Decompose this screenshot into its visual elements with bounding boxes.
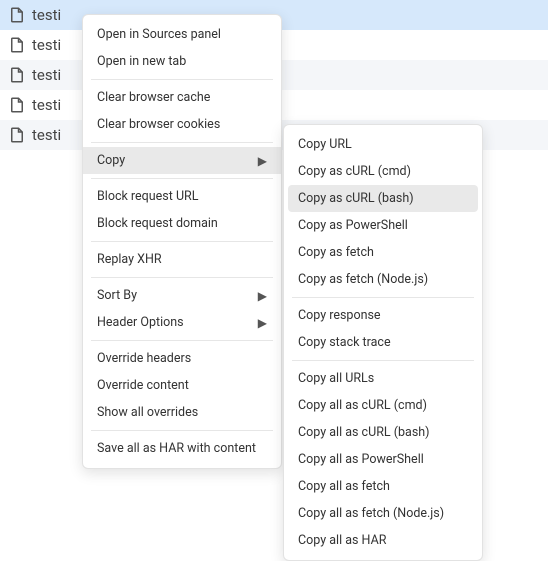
menu-item-show-overrides[interactable]: Show all overrides [83, 399, 281, 426]
menu-label: Open in Sources panel [97, 27, 221, 42]
menu-separator [91, 430, 273, 431]
submenu-item-copy-all-fetch-node[interactable]: Copy all as fetch (Node.js) [284, 500, 482, 527]
submenu-item-copy-all-har[interactable]: Copy all as HAR [284, 527, 482, 554]
submenu-item-copy-curl-cmd[interactable]: Copy as cURL (cmd) [284, 158, 482, 185]
menu-separator [91, 178, 273, 179]
chevron-right-icon: ▶ [258, 154, 267, 168]
chevron-right-icon: ▶ [258, 289, 267, 303]
menu-item-header-options[interactable]: Header Options ▶ [83, 309, 281, 336]
menu-item-override-headers[interactable]: Override headers [83, 345, 281, 372]
menu-label: Show all overrides [97, 405, 198, 420]
menu-label: Copy all as fetch (Node.js) [298, 506, 444, 521]
submenu-item-copy-fetch[interactable]: Copy as fetch [284, 239, 482, 266]
menu-label: Block request URL [97, 189, 199, 204]
menu-label: Copy all as fetch [298, 479, 390, 494]
menu-separator [91, 79, 273, 80]
menu-label: Copy [97, 153, 125, 168]
menu-separator [91, 241, 273, 242]
menu-separator [91, 142, 273, 143]
file-label: testi [32, 96, 61, 114]
menu-label: Copy as fetch (Node.js) [298, 272, 428, 287]
menu-item-open-sources[interactable]: Open in Sources panel [83, 21, 281, 48]
menu-label: Copy response [298, 308, 381, 323]
copy-submenu: Copy URL Copy as cURL (cmd) Copy as cURL… [283, 124, 483, 561]
chevron-right-icon: ▶ [258, 316, 267, 330]
menu-separator [91, 340, 273, 341]
file-label: testi [32, 66, 61, 84]
menu-label: Copy as PowerShell [298, 218, 408, 233]
menu-label: Block request domain [97, 216, 218, 231]
menu-item-override-content[interactable]: Override content [83, 372, 281, 399]
menu-label: Clear browser cookies [97, 117, 220, 132]
menu-label: Header Options [97, 315, 184, 330]
submenu-item-copy-all-curl-cmd[interactable]: Copy all as cURL (cmd) [284, 392, 482, 419]
menu-item-clear-cookies[interactable]: Clear browser cookies [83, 111, 281, 138]
submenu-item-copy-all-curl-bash[interactable]: Copy all as cURL (bash) [284, 419, 482, 446]
menu-item-open-new-tab[interactable]: Open in new tab [83, 48, 281, 75]
menu-label: Copy URL [298, 137, 352, 152]
file-icon [8, 66, 26, 84]
menu-separator [91, 277, 273, 278]
submenu-item-copy-all-urls[interactable]: Copy all URLs [284, 365, 482, 392]
menu-label: Copy all URLs [298, 371, 374, 386]
submenu-item-copy-all-powershell[interactable]: Copy all as PowerShell [284, 446, 482, 473]
submenu-item-copy-response[interactable]: Copy response [284, 302, 482, 329]
menu-item-replay-xhr[interactable]: Replay XHR [83, 246, 281, 273]
submenu-item-copy-fetch-node[interactable]: Copy as fetch (Node.js) [284, 266, 482, 293]
menu-label: Override headers [97, 351, 191, 366]
file-label: testi [32, 126, 61, 144]
menu-label: Replay XHR [97, 252, 162, 267]
file-icon [8, 36, 26, 54]
submenu-item-copy-url[interactable]: Copy URL [284, 131, 482, 158]
menu-label: Copy all as HAR [298, 533, 386, 548]
file-icon [8, 126, 26, 144]
menu-item-sort-by[interactable]: Sort By ▶ [83, 282, 281, 309]
menu-label: Clear browser cache [97, 90, 210, 105]
menu-label: Copy as cURL (bash) [298, 191, 414, 206]
menu-label: Copy all as PowerShell [298, 452, 424, 467]
menu-label: Copy all as cURL (cmd) [298, 398, 427, 413]
menu-separator [292, 297, 474, 298]
submenu-item-copy-all-fetch[interactable]: Copy all as fetch [284, 473, 482, 500]
submenu-item-copy-curl-bash[interactable]: Copy as cURL (bash) [288, 185, 478, 212]
menu-label: Copy all as cURL (bash) [298, 425, 430, 440]
submenu-item-copy-powershell[interactable]: Copy as PowerShell [284, 212, 482, 239]
menu-separator [292, 360, 474, 361]
submenu-item-copy-stack-trace[interactable]: Copy stack trace [284, 329, 482, 356]
file-label: testi [32, 36, 61, 54]
menu-item-clear-cache[interactable]: Clear browser cache [83, 84, 281, 111]
context-menu: Open in Sources panel Open in new tab Cl… [82, 14, 282, 469]
menu-item-block-url[interactable]: Block request URL [83, 183, 281, 210]
menu-label: Copy as fetch [298, 245, 374, 260]
menu-item-block-domain[interactable]: Block request domain [83, 210, 281, 237]
menu-label: Open in new tab [97, 54, 186, 69]
menu-label: Copy as cURL (cmd) [298, 164, 411, 179]
file-label: testi [32, 6, 61, 24]
menu-item-save-har[interactable]: Save all as HAR with content [83, 435, 281, 462]
menu-label: Sort By [97, 288, 137, 303]
menu-label: Override content [97, 378, 189, 393]
menu-item-copy[interactable]: Copy ▶ [83, 147, 281, 174]
menu-label: Copy stack trace [298, 335, 391, 350]
file-icon [8, 6, 26, 24]
file-icon [8, 96, 26, 114]
menu-label: Save all as HAR with content [97, 441, 256, 456]
